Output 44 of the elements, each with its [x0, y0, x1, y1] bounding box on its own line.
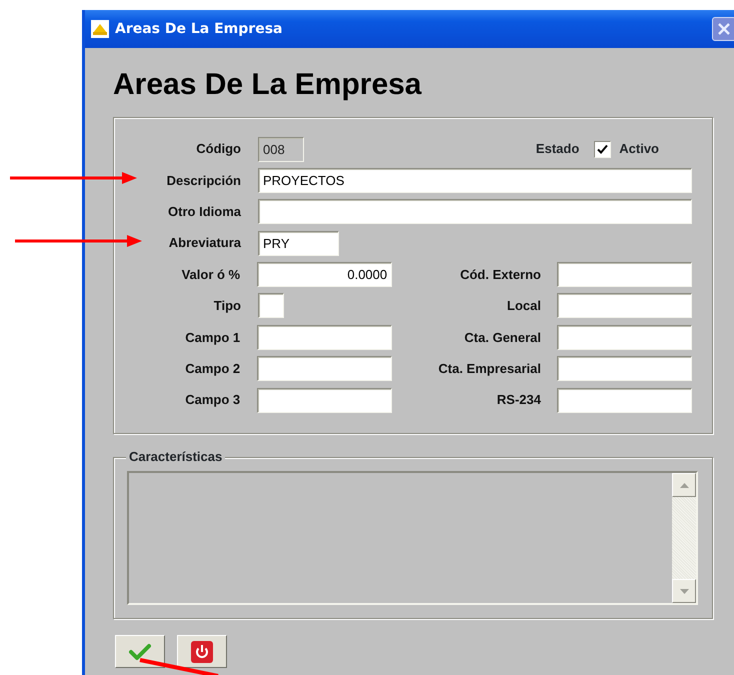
- field-label: Campo 1: [184, 328, 240, 347]
- input-field[interactable]: [258, 199, 692, 224]
- input-field[interactable]: [257, 388, 392, 413]
- input-field[interactable]: [557, 388, 692, 413]
- scroll-down-button[interactable]: [672, 579, 696, 604]
- checkbox-label: Activo: [619, 140, 659, 158]
- field-label: Campo 2: [184, 360, 240, 378]
- input-field[interactable]: [557, 324, 692, 350]
- field-label: Estado: [536, 140, 580, 158]
- window-title: Areas De La Empresa: [115, 20, 282, 38]
- down-arrow-icon: [680, 588, 688, 594]
- check-icon: [129, 642, 151, 661]
- field-label: Descripción: [166, 172, 241, 190]
- field-label: Campo 3: [184, 391, 240, 410]
- input-field[interactable]: [557, 356, 692, 382]
- power-icon: [191, 640, 213, 663]
- scroll-up-button[interactable]: [672, 473, 696, 498]
- up-arrow-icon: [680, 482, 688, 488]
- field-label: Valor ó %: [180, 266, 240, 284]
- field-label: Local: [506, 297, 541, 316]
- input-field[interactable]: PROYECTOS: [258, 168, 692, 193]
- field-label: Cód. Externo: [459, 266, 541, 284]
- input-field[interactable]: PRY: [258, 230, 339, 256]
- scrollbar[interactable]: [672, 473, 696, 604]
- input-field[interactable]: [257, 324, 392, 350]
- close-icon: [717, 22, 731, 36]
- input-field[interactable]: [557, 293, 692, 318]
- field-label: Abreviatura: [168, 234, 241, 252]
- field-label: Otro Idioma: [167, 203, 241, 222]
- checkbox[interactable]: [594, 140, 612, 158]
- app-icon: [91, 20, 109, 38]
- input-field[interactable]: 0.0000: [257, 262, 392, 288]
- close-button[interactable]: [712, 17, 734, 41]
- input-field[interactable]: [557, 262, 692, 288]
- input-field[interactable]: [258, 293, 284, 318]
- field-label: Tipo: [212, 297, 241, 316]
- form-heading: Areas De La Empresa: [113, 67, 423, 103]
- field-label: Cta. Empresarial: [437, 360, 541, 378]
- field-label: RS-234: [496, 391, 541, 410]
- input-field[interactable]: [257, 356, 392, 382]
- field-label: Código: [195, 140, 241, 158]
- accept-button[interactable]: [115, 635, 165, 668]
- exit-button[interactable]: [177, 635, 227, 668]
- field-label: Cta. General: [463, 328, 541, 347]
